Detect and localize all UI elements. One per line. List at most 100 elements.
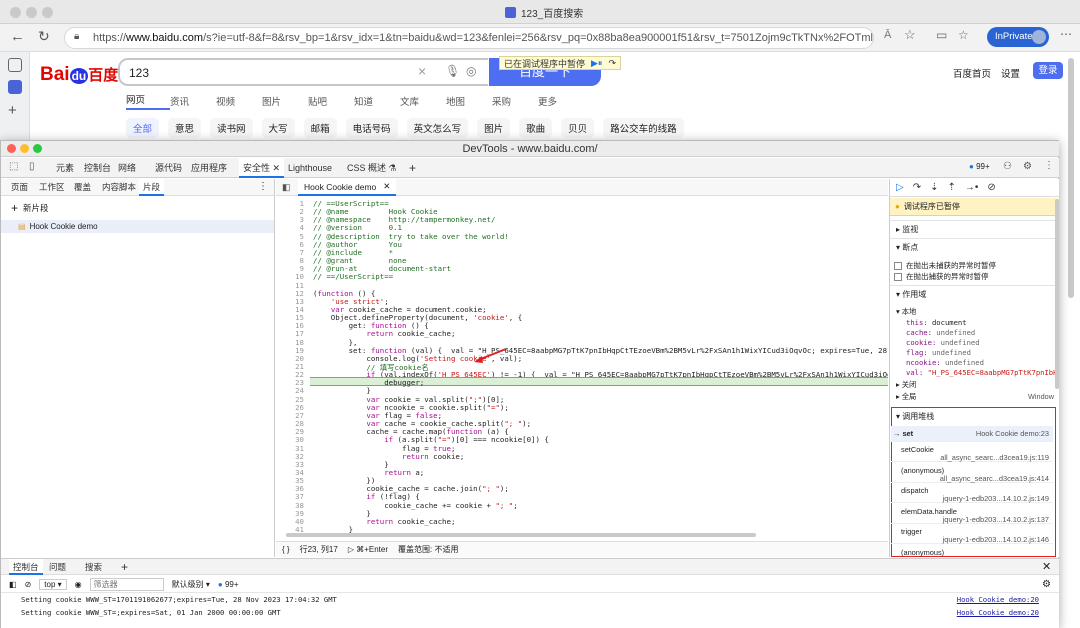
console-sidebar-icon[interactable]: ◧ [9,580,17,589]
baidu-home-link[interactable]: 百度首页 [953,66,991,80]
back-arrow-icon[interactable]: ← [10,28,25,45]
call-stack-frame[interactable]: (anonymous)jquery-1-edb203...14.10.2.js:… [891,545,1053,558]
settings-link[interactable]: 设置 [1001,66,1020,80]
scope-variable[interactable]: cache: undefined [906,328,975,337]
tab-zhidao[interactable]: 知道 [354,94,400,108]
nav-tab-content-scripts[interactable]: 内容脚本 [98,179,140,196]
scope-closure[interactable]: ▸ 关闭 [896,380,916,390]
tab-network[interactable]: 网络 [114,158,140,178]
log-level-dropdown[interactable]: 默认级别 ▾ [172,579,210,590]
chip[interactable]: 贝贝 [561,118,595,138]
login-button[interactable]: 登录 [1033,62,1063,79]
nav-tab-page[interactable]: 页面 [7,179,32,196]
close-window-button[interactable] [10,7,21,18]
call-stack-frame[interactable]: dispatch jquery-1-edb203...14.10.2.js:149 [891,483,1053,503]
tab-images[interactable]: 图片 [262,94,308,108]
drawer-add-tab-icon[interactable]: + [117,559,132,575]
step-out-icon[interactable]: ⇡ [947,182,955,193]
chip[interactable]: 邮箱 [303,118,337,138]
console-issues-counter[interactable]: ● 99+ [218,580,239,589]
favorite-star-icon[interactable]: ☆ [904,27,916,43]
more-menu-icon[interactable]: ⋯ [1060,27,1072,41]
console-settings-gear-icon[interactable]: ⚙ [1042,579,1051,590]
maximize-window-button[interactable] [42,7,53,18]
settings-gear-icon[interactable]: ⚙ [1023,161,1032,172]
resume-icon[interactable]: ▶⏸ [591,58,602,69]
pretty-print-button[interactable]: { } [282,545,290,554]
breakpoints-section[interactable]: ▾ 断点 [890,238,1059,256]
context-selector[interactable]: top ▾ [39,578,67,590]
console-filter-input[interactable] [89,577,164,591]
scope-variable[interactable]: this: document [906,318,967,327]
scope-local[interactable]: ▾ 本地 [896,307,916,317]
device-toolbar-icon[interactable]: ▯ [29,161,35,172]
scope-variable[interactable]: val: "H_PS_645EC=8aabpMG7pTtK7pnIbHqp [906,368,1059,377]
tab-application[interactable]: 应用程序 [187,158,231,178]
sidebar-scrollbar[interactable] [1055,199,1059,389]
clear-icon[interactable]: × [418,63,426,79]
call-stack-frame[interactable]: trigger jquery-1-edb203...14.10.2.js:146 [891,524,1053,544]
call-stack-frame[interactable]: (anonymous) all_async_searc...d3cea19.js:… [891,463,1053,483]
live-expression-eye-icon[interactable]: ◉ [75,580,82,589]
step-over-icon[interactable]: ↷ [608,58,616,69]
close-editor-tab-icon[interactable]: ✕ [383,181,390,192]
chip[interactable]: 歌曲 [519,118,553,138]
drawer-tab-search[interactable]: 搜索 [81,559,106,575]
tab-more[interactable]: 更多 [538,94,568,108]
tab-video[interactable]: 视频 [216,94,262,108]
toggle-navigator-icon[interactable]: ◧ [282,182,291,193]
code-editor[interactable]: ◧ Hook Cookie demo ✕ 1// ==UserScript== 2/… [276,179,888,557]
baidu-tab-icon[interactable] [8,80,22,94]
new-tab-plus-icon[interactable]: + [8,102,17,119]
nav-tab-overrides[interactable]: 覆盖 [70,179,95,196]
resume-script-icon[interactable]: ▷ [896,182,904,193]
tab-map[interactable]: 地图 [446,94,492,108]
tab-lighthouse[interactable]: Lighthouse [284,158,336,178]
drawer-tab-issues[interactable]: 问题 [45,559,70,575]
chip[interactable]: 全部 [126,118,160,138]
image-search-icon[interactable]: ◎ [466,64,476,78]
devtools-close-button[interactable] [7,144,16,153]
chip[interactable]: 路公交车的线路 [603,118,684,138]
reader-mode-icon[interactable]: Ā [884,29,891,41]
tab-wenku[interactable]: 文库 [400,94,446,108]
page-scrollbar[interactable] [1068,58,1074,298]
call-stack-frame[interactable]: elemData.handle jquery-1-edb203...14.10.2… [891,504,1053,524]
devtools-zoom-button[interactable] [33,144,42,153]
tab-sources[interactable]: 源代码 [151,158,186,178]
console-source-link[interactable]: Hook Cookie demo:20 [957,608,1039,617]
run-snippet-button[interactable]: ▷ ⌘+Enter [348,545,388,554]
editor-hscrollbar[interactable] [286,533,756,537]
navigator-menu-icon[interactable]: ⋮ [258,181,268,192]
nav-tab-snippets[interactable]: 片段 [139,179,165,196]
address-bar[interactable]: 🔒︎ https://www.baidu.com/s?ie=utf-8&f=8&… [64,27,874,49]
scope-section[interactable]: ▾ 作用域 [890,285,1059,303]
scope-variable[interactable]: cookie: undefined [906,338,980,347]
tab-purchase[interactable]: 采购 [492,94,538,108]
snippet-item[interactable]: ▤ Hook Cookie demo [1,220,274,233]
drawer-tab-console[interactable]: 控制台 [9,559,43,575]
minimize-window-button[interactable] [26,7,37,18]
issues-counter[interactable]: ● 99+ [969,162,990,171]
tab-web[interactable]: 网页 [126,92,170,110]
chip[interactable]: 英文怎么写 [406,118,469,138]
pause-caught-checkbox[interactable]: 在抛出捕获的异常时暂停 [894,271,989,282]
tab-security[interactable]: 安全性 ✕ [239,158,285,178]
tab-console[interactable]: 控制台 [80,158,115,178]
inprivate-badge[interactable]: InPrivate [987,27,1049,47]
tab-elements[interactable]: 元素 [52,158,78,178]
chip[interactable]: 读书网 [210,118,253,138]
deactivate-breakpoints-icon[interactable]: ⊘ [987,182,995,193]
call-stack-frame[interactable]: → set Hook Cookie demo:23 [891,426,1053,442]
voice-search-icon[interactable]: 🎙︎ [445,64,460,78]
pause-uncaught-checkbox[interactable]: 在抛出未捕获的异常时暂停 [894,260,996,271]
step-over-icon[interactable]: ↷ [913,182,921,193]
tab-news[interactable]: 资讯 [170,94,216,108]
chip[interactable]: 大写 [261,118,295,138]
inspect-element-icon[interactable]: ⬚ [9,161,18,172]
reload-icon[interactable]: ↻ [38,28,50,45]
chip[interactable]: 意思 [168,118,202,138]
favorites-icon[interactable]: ☆ [958,28,969,42]
step-into-icon[interactable]: ⇣ [930,182,938,193]
editor-tab-hook-cookie[interactable]: Hook Cookie demo ✕ [298,179,397,196]
